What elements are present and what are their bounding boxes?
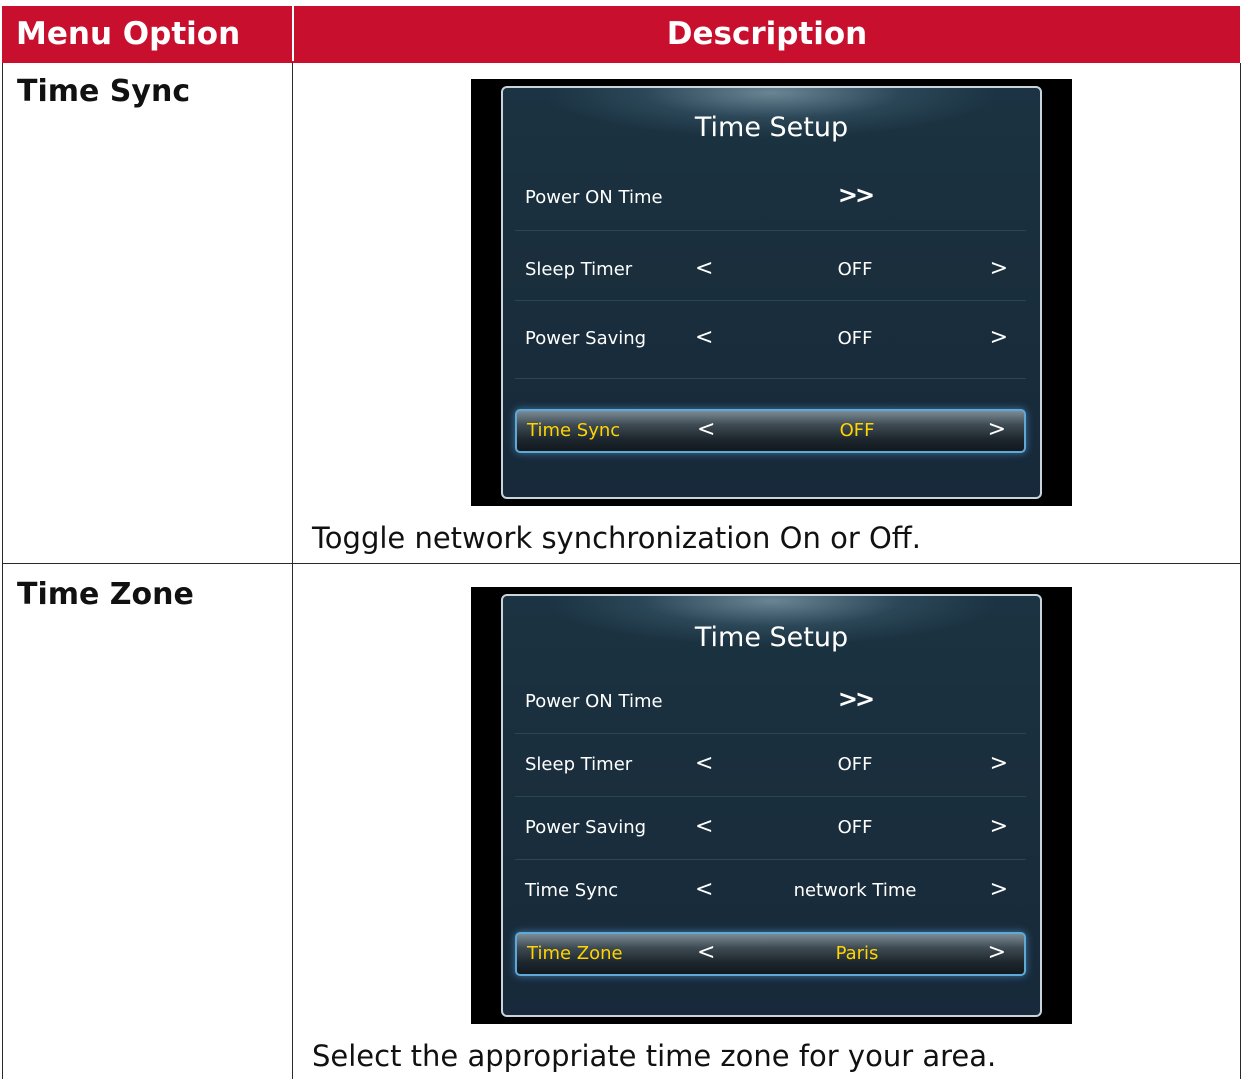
chevron-right-icon[interactable]: >: [990, 751, 1008, 776]
osd-item-label: Power ON Time: [525, 187, 663, 208]
chevron-left-icon[interactable]: <: [695, 877, 713, 902]
osd-title: Time Setup: [694, 622, 849, 653]
osd-item-time-sync[interactable]: Time Sync < network Time >: [515, 871, 1026, 911]
osd-item-value: OFF: [837, 754, 873, 775]
osd-item-label: Time Zone: [527, 943, 623, 964]
osd-item-power-saving[interactable]: Power Saving < OFF >: [515, 319, 1026, 359]
option-label-time-zone: Time Zone: [17, 577, 194, 612]
osd-item-label: Sleep Timer: [525, 754, 633, 775]
menu-option-table: Menu Option Description Time Sync Time S…: [0, 6, 1242, 1079]
osd-item-value: network Time: [793, 880, 917, 901]
osd-item-label: Power ON Time: [525, 691, 663, 712]
osd-frame: Time Setup Power ON Time >> Sleep Timer …: [501, 594, 1042, 1017]
table-left-border: [2, 63, 3, 1079]
chevron-right-icon[interactable]: >: [988, 417, 1006, 442]
chevron-right-icon[interactable]: >: [990, 325, 1008, 350]
table-row-divider: [2, 563, 1241, 564]
time-setup-screen-time-sync: Time Setup Power ON Time >> Sleep Timer …: [471, 79, 1072, 506]
osd-item-label: Sleep Timer: [525, 259, 633, 280]
osd-item-time-zone[interactable]: Time Zone < Paris >: [515, 932, 1026, 976]
header-menu-option: Menu Option: [2, 6, 293, 61]
table-column-divider: [292, 63, 293, 1079]
chevron-left-icon[interactable]: <: [695, 256, 713, 281]
double-chevron-right-icon: >>: [837, 181, 875, 209]
table-right-border: [1240, 63, 1241, 1079]
osd-item-value: OFF: [837, 259, 873, 280]
time-setup-screen-time-zone: Time Setup Power ON Time >> Sleep Timer …: [471, 587, 1072, 1024]
osd-item-value: OFF: [837, 328, 873, 349]
chevron-right-icon[interactable]: >: [988, 940, 1006, 965]
description-time-zone: Select the appropriate time zone for you…: [312, 1039, 997, 1073]
osd-item-label: Time Sync: [525, 880, 619, 901]
option-label-time-sync: Time Sync: [17, 74, 191, 109]
osd-frame: Time Setup Power ON Time >> Sleep Timer …: [501, 86, 1042, 499]
chevron-left-icon[interactable]: <: [697, 417, 715, 442]
header-description: Description: [294, 6, 1240, 61]
osd-item-sleep-timer[interactable]: Sleep Timer < OFF >: [515, 745, 1026, 785]
chevron-right-icon[interactable]: >: [990, 877, 1008, 902]
osd-item-sleep-timer[interactable]: Sleep Timer < OFF >: [515, 250, 1026, 290]
osd-item-time-sync[interactable]: Time Sync < OFF >: [515, 409, 1026, 453]
osd-item-power-saving[interactable]: Power Saving < OFF >: [515, 808, 1026, 848]
chevron-left-icon[interactable]: <: [697, 940, 715, 965]
chevron-right-icon[interactable]: >: [990, 256, 1008, 281]
chevron-left-icon[interactable]: <: [695, 325, 713, 350]
description-time-sync: Toggle network synchronization On or Off…: [312, 521, 921, 555]
osd-item-label: Time Sync: [527, 420, 621, 441]
osd-item-value: OFF: [839, 420, 875, 441]
osd-item-power-on-time[interactable]: Power ON Time >>: [515, 178, 1026, 218]
osd-item-label: Power Saving: [525, 817, 647, 838]
osd-item-power-on-time[interactable]: Power ON Time >>: [515, 682, 1026, 722]
osd-title: Time Setup: [694, 112, 849, 143]
chevron-left-icon[interactable]: <: [695, 814, 713, 839]
osd-item-label: Power Saving: [525, 328, 647, 349]
osd-item-value: OFF: [837, 817, 873, 838]
osd-item-value: Paris: [835, 943, 879, 964]
chevron-left-icon[interactable]: <: [695, 751, 713, 776]
double-chevron-right-icon: >>: [837, 685, 875, 713]
chevron-right-icon[interactable]: >: [990, 814, 1008, 839]
header-underline: [2, 61, 1240, 63]
